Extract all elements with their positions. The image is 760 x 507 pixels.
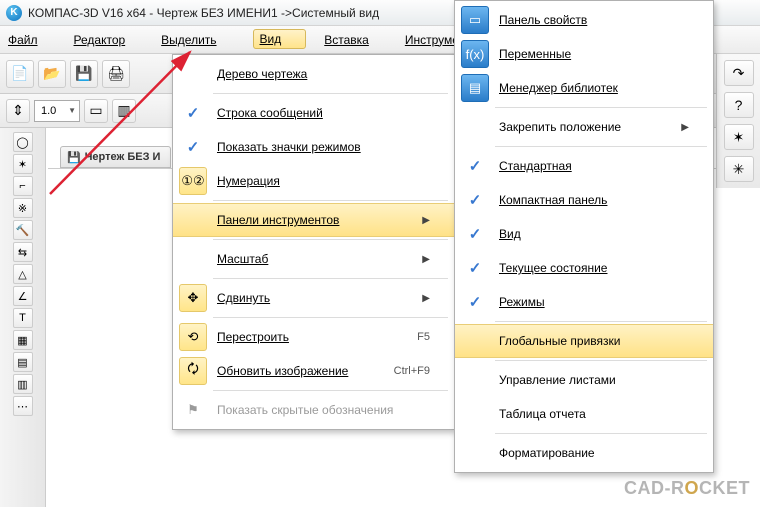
pages-button[interactable]: ▭ [84,99,108,123]
mi-toolbars[interactable]: Панели инструментов▶ [173,203,454,237]
tool-table-icon[interactable]: ▦ [13,330,33,350]
view-menu-dropdown[interactable]: Дерево чертежа ✓Строка сообщений ✓Показа… [172,54,455,430]
sm-sheets[interactable]: Управление листами [455,363,713,397]
move-icon: ✥ [179,284,207,312]
check-icon: ✓ [461,293,489,311]
sm-report[interactable]: Таблица отчета [455,397,713,431]
sm-view[interactable]: ✓Вид [455,217,713,251]
sm-prop-panel[interactable]: ▭Панель свойств [455,3,713,37]
sm-pin[interactable]: Закрепить положение▶ [455,110,713,144]
rt-snap1-icon[interactable]: ✶ [724,124,754,150]
refresh-icon: 🗘 [179,357,207,385]
sm-lib-manager[interactable]: ▤Менеджер библиотек [455,71,713,105]
right-toolbar: ↷ ? ✶ ✳ [716,54,760,188]
sm-modes[interactable]: ✓Режимы [455,285,713,319]
fx-icon: f(x) [461,40,489,68]
open-button[interactable]: 📂 [38,60,66,88]
tool-edit-icon[interactable]: 🔨 [13,220,33,240]
submenu-arrow-icon: ▶ [422,215,430,226]
submenu-arrow-icon: ▶ [681,122,689,133]
tool-annotate-icon[interactable]: ⌐ [13,176,33,196]
left-toolbar: ◯ ✶ ⌐ ※ 🔨 ⇆ △ ∠ T ▦ ▤ ▥ ⋯ [0,128,46,507]
new-button[interactable]: 📄 [6,60,34,88]
tool-grid-icon[interactable]: ▤ [13,352,33,372]
rt-help-icon[interactable]: ? [724,92,754,118]
toolbars-submenu[interactable]: ▭Панель свойств f(x)Переменные ▤Менеджер… [454,0,714,473]
mi-hidden: ⚑Показать скрытые обозначения [173,393,454,427]
sm-state[interactable]: ✓Текущее состояние [455,251,713,285]
panel-icon: ▭ [461,6,489,34]
tool-param-icon[interactable]: ⇆ [13,242,33,262]
scale-value: 1.0 [41,105,56,117]
rebuild-icon: ⟲ [179,323,207,351]
rt-snap2-icon[interactable]: ✳ [724,156,754,182]
hidden-icon: ⚑ [179,396,207,424]
mi-numbering[interactable]: ①②Нумерация [173,164,454,198]
tool-dims-icon[interactable]: ✶ [13,154,33,174]
sm-standard[interactable]: ✓Стандартная [455,149,713,183]
check-icon: ✓ [461,157,489,175]
mi-refresh[interactable]: 🗘Обновить изображениеCtrl+F9 [173,354,454,388]
anchor-button[interactable]: ⇕ [6,99,30,123]
print-button[interactable]: 🖨 [102,60,130,88]
submenu-arrow-icon: ▶ [422,254,430,265]
window-title: КОМПАС-3D V16 x64 - Чертеж БЕЗ ИМЕНИ1 ->… [28,6,379,20]
doc-icon: 💾 [67,151,81,164]
menu-editor[interactable]: Редактор [74,33,144,47]
tool-measure-icon[interactable]: △ [13,264,33,284]
sheets-button[interactable]: ▥ [112,99,136,123]
numbering-icon: ①② [179,167,207,195]
mi-mode-icons[interactable]: ✓Показать значки режимов [173,130,454,164]
rt-arrow-icon[interactable]: ↷ [724,60,754,86]
tool-more-icon[interactable]: ⋯ [13,396,33,416]
mi-scale[interactable]: Масштаб▶ [173,242,454,276]
doc-tab-label: Чертеж БЕЗ И [85,151,161,163]
scale-combo[interactable]: 1.0 [34,100,80,122]
check-icon: ✓ [461,225,489,243]
mi-rebuild[interactable]: ⟲ПерестроитьF5 [173,320,454,354]
sm-formatting[interactable]: Форматирование [455,436,713,470]
check-icon: ✓ [179,138,207,156]
sm-compact[interactable]: ✓Компактная панель [455,183,713,217]
submenu-arrow-icon: ▶ [422,293,430,304]
check-icon: ✓ [461,191,489,209]
tool-geometry-icon[interactable]: ◯ [13,132,33,152]
app-logo-icon: K [6,5,22,21]
tool-hatch-icon[interactable]: ※ [13,198,33,218]
document-tab[interactable]: 💾 Чертеж БЕЗ И [60,146,171,168]
menu-select[interactable]: Выделить [161,33,234,47]
tool-line-icon[interactable]: ∠ [13,286,33,306]
check-icon: ✓ [179,104,207,122]
mi-messages[interactable]: ✓Строка сообщений [173,96,454,130]
mi-move[interactable]: ✥Сдвинуть▶ [173,281,454,315]
check-icon: ✓ [461,259,489,277]
lib-icon: ▤ [461,74,489,102]
sm-global-snaps[interactable]: Глобальные привязки [455,324,713,358]
menu-file[interactable]: Файл [8,33,56,47]
sm-variables[interactable]: f(x)Переменные [455,37,713,71]
tool-bom-icon[interactable]: ▥ [13,374,33,394]
tool-text-icon[interactable]: T [13,308,33,328]
menu-insert[interactable]: Вставка [324,33,387,47]
save-button[interactable]: 💾 [70,60,98,88]
menu-view[interactable]: Вид [253,29,307,49]
mi-tree[interactable]: Дерево чертежа [173,57,454,91]
